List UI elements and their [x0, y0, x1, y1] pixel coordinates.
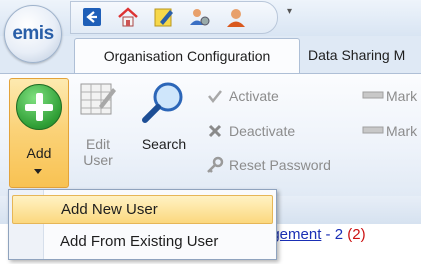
check-icon — [205, 86, 225, 106]
ribbon-panel: Add Edit User Search Activate Deactivate… — [0, 73, 421, 196]
activate-label: Activate — [229, 88, 279, 104]
separator: - — [321, 226, 335, 243]
quick-access-toolbar: ▾ — [0, 0, 421, 36]
key-icon — [205, 155, 225, 175]
plus-icon — [16, 84, 62, 130]
user-profile-icon[interactable] — [225, 6, 247, 28]
magnifier-icon — [142, 82, 183, 123]
mark-icon — [362, 120, 386, 142]
reset-password-button[interactable]: Reset Password — [205, 154, 331, 176]
tab-organisation-configuration[interactable]: Organisation Configuration — [74, 38, 300, 73]
mark-button-1[interactable]: Mark — [362, 85, 417, 107]
mark-icon — [362, 85, 386, 107]
dropdown-arrow-icon — [34, 169, 42, 174]
tab-data-sharing[interactable]: Data Sharing M — [300, 38, 421, 72]
add-dropdown-menu: Add New User Add From Existing User — [8, 189, 277, 260]
reset-password-label: Reset Password — [229, 157, 331, 173]
back-arrow-icon[interactable] — [81, 6, 103, 28]
menu-item-label: Add From Existing User — [60, 233, 219, 250]
mark-label-2: Mark — [386, 123, 418, 139]
users-settings-icon[interactable] — [189, 6, 211, 28]
customize-toolbar-dropdown[interactable]: ▾ — [287, 6, 292, 17]
mark-button-2[interactable]: Mark — [362, 120, 417, 142]
edit-note-icon[interactable] — [153, 6, 175, 28]
menu-item-add-new-user[interactable]: Add New User — [12, 195, 273, 224]
quick-access-group — [70, 1, 278, 34]
activate-button[interactable]: Activate — [205, 85, 279, 107]
mark-label-1: Mark — [386, 88, 418, 104]
management-count-red: (2) — [347, 226, 366, 243]
emis-logo[interactable]: emis — [4, 5, 62, 63]
edit-user-label-line1: Edit — [85, 136, 111, 152]
home-icon[interactable] — [117, 6, 139, 28]
edit-grid-icon — [80, 83, 116, 115]
ribbon-tabs: Organisation Configuration Data Sharing … — [0, 36, 421, 74]
management-count: 2 — [334, 226, 344, 243]
add-label: Add — [26, 145, 52, 161]
management-summary: agement - 2 (2) — [263, 226, 366, 243]
deactivate-label: Deactivate — [229, 123, 296, 139]
add-button[interactable]: Add — [9, 78, 69, 188]
search-button[interactable]: Search — [134, 136, 194, 152]
scissors-x-icon — [205, 121, 225, 141]
deactivate-button[interactable]: Deactivate — [205, 120, 295, 142]
menu-item-add-from-existing-user[interactable]: Add From Existing User — [12, 228, 271, 255]
edit-user-button[interactable]: Edit User — [78, 136, 118, 168]
menu-item-label: Add New User — [61, 201, 158, 218]
edit-user-label-line2: User — [83, 152, 113, 168]
